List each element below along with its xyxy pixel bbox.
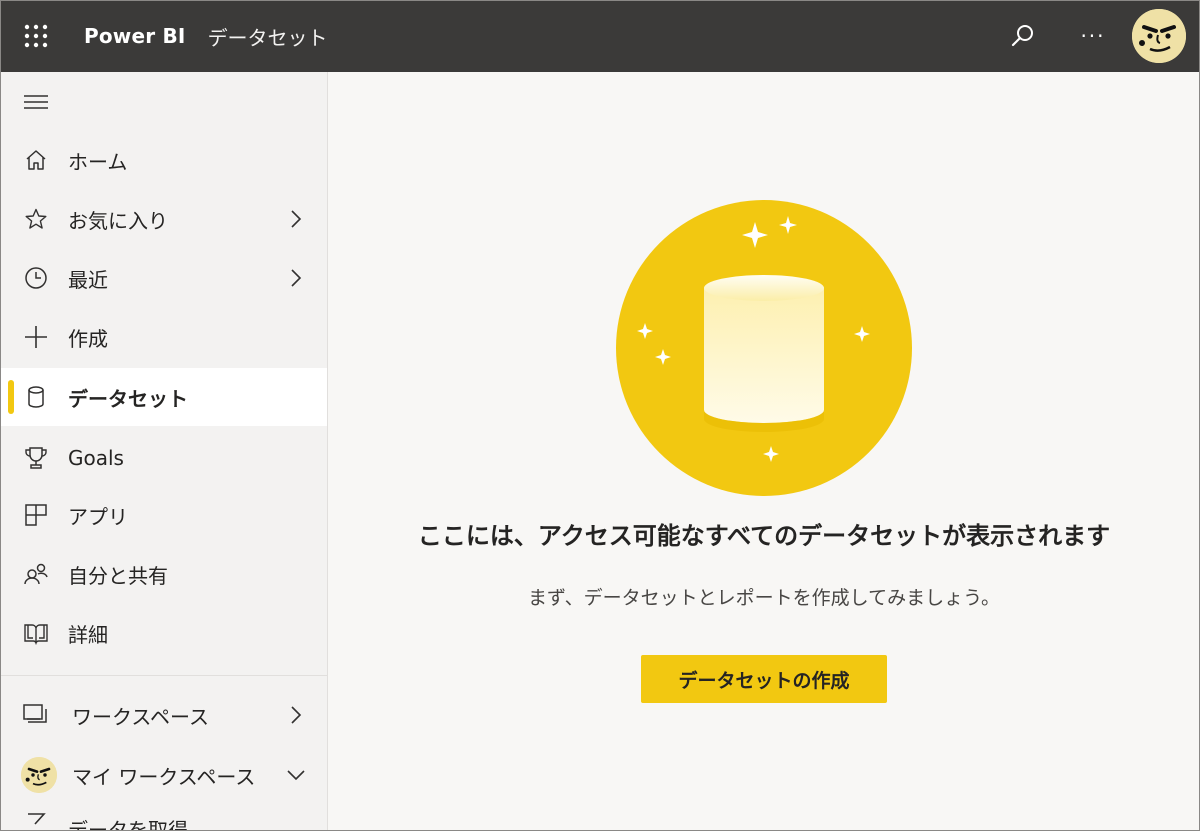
nav-item-label: ワークスペース [72,704,209,729]
nav-divider [0,675,327,676]
get-data-icon [22,810,50,831]
nav-item-label: データセット [68,386,188,411]
search-button[interactable] [988,0,1058,72]
account-avatar[interactable] [1132,9,1186,63]
chevron-down-icon[interactable] [287,766,305,784]
hamburger-icon [24,95,48,109]
nav-item-label: 自分と共有 [68,563,168,588]
clock-icon [22,264,50,292]
nav-item-label: 詳細 [68,622,108,647]
app-launcher-button[interactable] [0,0,72,72]
nav-item-label: マイ ワークスペース [72,764,256,789]
nav-item-label: お気に入り [68,208,168,233]
more-options-button[interactable]: ··· [1058,0,1128,72]
star-icon [22,205,50,233]
chevron-right-icon[interactable] [287,706,305,724]
nav-item-workspaces[interactable]: ワークスペース [0,686,327,744]
waffle-icon [24,24,48,48]
nav-item-label: データを取得 [68,818,188,831]
database-icon [22,383,50,411]
active-indicator [8,380,14,414]
collapse-nav-button[interactable] [24,90,52,114]
workspaces-icon [22,701,50,729]
app-brand[interactable]: Power BI [84,24,186,48]
breadcrumb: データセット [207,25,328,50]
nav-item-goals[interactable]: Goals [0,429,327,487]
avatar-face-icon [21,757,57,793]
book-icon [22,619,50,647]
nav-item-datasets[interactable]: データセット [0,368,327,426]
ellipsis-icon: ··· [1080,24,1106,48]
main-content: ここには、アクセス可能なすべてのデータセットが表示されます まず、データセットと… [328,72,1200,831]
nav-item-label: 最近 [68,267,108,292]
plus-icon [22,323,50,351]
nav-item-label: アプリ [68,504,128,529]
avatar-face-icon [1132,9,1186,63]
nav-item-shared-with-me[interactable]: 自分と共有 [0,545,327,603]
apps-icon [22,501,50,529]
nav-item-recent[interactable]: 最近 [0,249,327,307]
top-bar: Power BI データセット ··· [0,0,1200,72]
search-icon [1011,25,1033,47]
trophy-icon [22,444,50,472]
nav-item-my-workspace[interactable]: マイ ワークスペース [0,746,327,804]
nav-item-learn[interactable]: 詳細 [0,604,327,662]
empty-state-heading: ここには、アクセス可能なすべてのデータセットが表示されます [417,522,1111,550]
nav-item-favorites[interactable]: お気に入り [0,190,327,248]
create-dataset-button[interactable]: データセットの作成 [641,655,887,703]
nav-item-label: ホーム [68,149,128,174]
nav-item-create[interactable]: 作成 [0,308,327,366]
nav-item-home[interactable]: ホーム [0,131,327,189]
home-icon [22,146,50,174]
empty-state-description: まず、データセットとレポートを作成してみましょう。 [528,587,1000,609]
nav-item-get-data[interactable]: データを取得 [0,806,327,831]
my-workspace-avatar [20,756,58,794]
nav-item-label: 作成 [68,326,108,351]
chevron-right-icon[interactable] [287,269,305,287]
nav-item-apps[interactable]: アプリ [0,486,327,544]
chevron-right-icon[interactable] [287,210,305,228]
left-nav-pane: ホーム お気に入り 最近 作成 データセット Goals アプリ 自分と共有 詳… [0,72,328,831]
shared-people-icon [22,560,50,588]
nav-item-label: Goals [68,446,124,470]
dataset-cylinder-illustration [616,200,912,496]
datasets-illustration [615,199,913,497]
